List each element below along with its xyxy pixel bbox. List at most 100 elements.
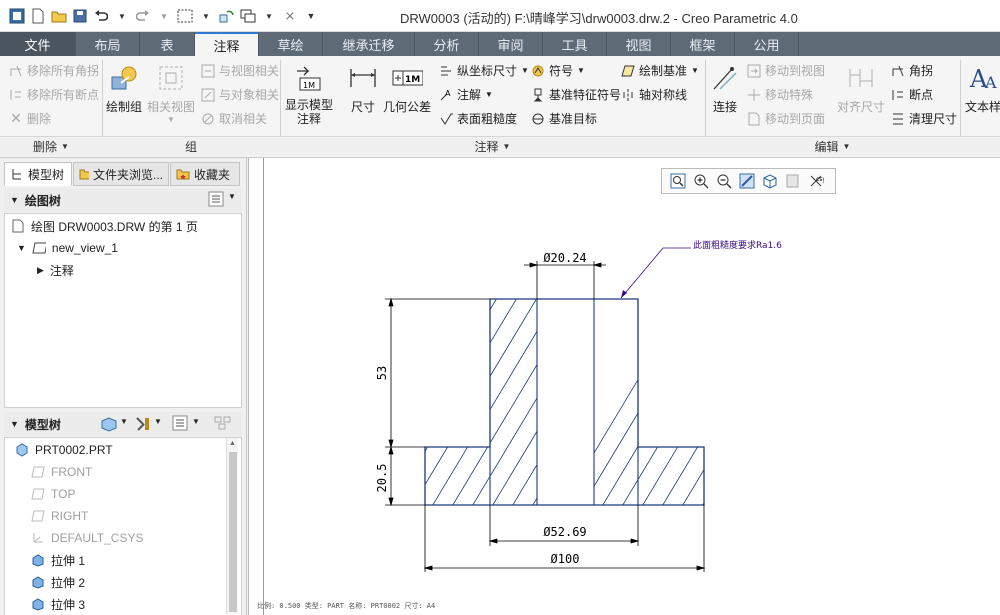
tree-settings-icon[interactable]: [172, 415, 188, 434]
tab-3[interactable]: 注释: [195, 32, 259, 56]
drawing-canvas[interactable]: csys Ø20.24 此面粗糙度要求Ra1.6: [248, 158, 1000, 615]
expand-icon[interactable]: ▼: [17, 243, 26, 253]
ordinate-dimension-button[interactable]: 纵坐标尺寸 ▼: [438, 62, 529, 79]
tree-item-csys[interactable]: DEFAULT_CSYS: [31, 528, 143, 548]
move-to-view-button[interactable]: 移动到视图: [746, 62, 825, 79]
redo-icon[interactable]: [134, 7, 152, 25]
dimension-button[interactable]: 尺寸: [346, 62, 380, 115]
chevron-down-icon[interactable]: ▼: [260, 7, 278, 25]
tree-item-annotations[interactable]: ▶ 注释: [37, 260, 74, 280]
datum-target-button[interactable]: 基准目标: [530, 110, 597, 127]
undo-icon[interactable]: [92, 7, 110, 25]
tree-settings-icon[interactable]: [208, 191, 224, 210]
remove-all-breaks-button[interactable]: 移除所有断点: [8, 86, 99, 103]
dimension-bottom-text[interactable]: Ø100: [551, 552, 580, 566]
model-tree-header[interactable]: ▼ 模型树 ▼ ▼ ▼: [4, 412, 242, 436]
chevron-down-icon[interactable]: ▼: [155, 7, 173, 25]
tab-2[interactable]: 表: [140, 32, 195, 56]
tree-item-extrude-1[interactable]: 拉伸 1: [31, 550, 85, 570]
separator: [280, 60, 281, 138]
chevron-down-icon[interactable]: ▼: [120, 417, 128, 426]
tab-8[interactable]: 工具: [543, 32, 607, 56]
app-icon[interactable]: [8, 7, 26, 25]
edit-group-footer[interactable]: 编辑 ▼: [705, 136, 960, 156]
open-icon[interactable]: [50, 7, 68, 25]
expand-icon[interactable]: ▶: [37, 265, 44, 276]
tree-item-view[interactable]: ▼ new_view_1: [17, 238, 118, 258]
tree-item-right[interactable]: RIGHT: [31, 506, 88, 526]
filter-icon[interactable]: [214, 415, 232, 434]
delete-group-footer[interactable]: 删除 ▼: [0, 136, 102, 156]
tree-item-extrude-2[interactable]: 拉伸 2: [31, 572, 85, 592]
dimension-height-upper-text[interactable]: 53: [375, 366, 389, 380]
tree-item-top[interactable]: TOP: [31, 484, 75, 504]
text-style-button[interactable]: AA 文本样: [963, 62, 1000, 115]
break-button[interactable]: 断点: [890, 86, 933, 103]
delete-button[interactable]: ✕ 删除: [8, 110, 51, 127]
tab-5[interactable]: 继承迁移: [323, 32, 415, 56]
customize-icon[interactable]: ▼: [302, 7, 320, 25]
select-box-icon[interactable]: [176, 7, 194, 25]
tab-6[interactable]: 分析: [415, 32, 479, 56]
move-to-page-button[interactable]: 移动到页面: [746, 110, 825, 127]
tab-0[interactable]: 文件: [0, 32, 76, 56]
draw-group-button[interactable]: 绘制组: [106, 62, 142, 115]
unrelate-button[interactable]: 取消相关: [200, 110, 267, 127]
cleanup-dimensions-button[interactable]: 清理尺寸: [890, 110, 957, 127]
chevron-down-icon[interactable]: ▼: [113, 7, 131, 25]
connect-button[interactable]: 连接: [708, 62, 742, 115]
annotate-group-footer[interactable]: 注释 ▼: [280, 136, 705, 156]
windows-icon[interactable]: [239, 7, 257, 25]
tab-10[interactable]: 框架: [671, 32, 735, 56]
note-button[interactable]: A 注解 ▼: [438, 86, 493, 103]
chevron-down-icon[interactable]: ▼: [197, 7, 215, 25]
related-to-view-button[interactable]: 与视图相关: [200, 62, 279, 79]
chevron-down-icon: ▼: [61, 142, 69, 151]
tab-favorites[interactable]: 收藏夹: [170, 162, 240, 186]
tab-9[interactable]: 视图: [607, 32, 671, 56]
move-special-button[interactable]: 移动特殊: [746, 86, 813, 103]
tab-11[interactable]: 公用: [735, 32, 799, 56]
surface-finish-button[interactable]: 表面粗糙度: [438, 110, 517, 127]
tab-4[interactable]: 草绘: [259, 32, 323, 56]
tab-folder-browser[interactable]: 文件夹浏览...: [73, 162, 169, 186]
tools-icon[interactable]: [134, 415, 152, 436]
symbol-button[interactable]: 符号 ▼: [530, 62, 585, 79]
axis-symmetry-button[interactable]: 轴对称线: [620, 86, 687, 103]
geometric-tolerance-button[interactable]: 1M 几何公差: [382, 62, 432, 115]
chevron-down-icon[interactable]: ▼: [154, 417, 162, 426]
chevron-down-icon[interactable]: ▼: [192, 417, 200, 426]
regenerate-icon[interactable]: [218, 7, 236, 25]
related-view-button[interactable]: 相关视图 ▼: [146, 62, 196, 124]
scroll-up-icon[interactable]: ▲: [229, 440, 236, 447]
model-tree-scrollbar[interactable]: ▲: [226, 438, 238, 614]
align-dimensions-button[interactable]: 对齐尺寸: [834, 62, 888, 115]
drawing-tree-header[interactable]: ▼ 绘图树 ▼: [4, 188, 242, 212]
separator: [102, 60, 103, 138]
tree-item-extrude-3[interactable]: 拉伸 3: [31, 594, 85, 614]
cube-icon[interactable]: [100, 416, 118, 435]
draw-datum-button[interactable]: 绘制基准 ▼: [620, 62, 699, 79]
remove-all-corners-button[interactable]: 移除所有角拐: [8, 62, 99, 79]
related-to-object-button[interactable]: 与对象相关: [200, 86, 279, 103]
show-model-annotations-button[interactable]: 1M 显示模型 注释: [284, 62, 334, 126]
close-window-icon[interactable]: ⨯: [281, 7, 299, 25]
chevron-down-icon[interactable]: ▼: [228, 192, 236, 201]
datum-feature-symbol-button[interactable]: 基准特征符号: [530, 86, 621, 103]
tab-7[interactable]: 审阅: [479, 32, 543, 56]
new-icon[interactable]: [29, 7, 47, 25]
tab-model-tree[interactable]: 模型树: [4, 162, 72, 186]
roughness-note-text[interactable]: 此面粗糙度要求Ra1.6: [693, 239, 782, 251]
svg-text:1M: 1M: [405, 75, 420, 85]
dimension-mid-text[interactable]: Ø52.69: [543, 525, 586, 539]
tree-item-front[interactable]: FRONT: [31, 462, 92, 482]
corner-button[interactable]: 角拐: [890, 62, 933, 79]
scrollbar-thumb[interactable]: [229, 452, 237, 612]
datum-feature-icon: [530, 87, 546, 103]
dimension-height-lower-text[interactable]: 20.5: [375, 464, 389, 493]
tree-item-sheet[interactable]: 绘图 DRW0003.DRW 的第 1 页: [11, 216, 198, 236]
save-icon[interactable]: [71, 7, 89, 25]
dimension-top-text[interactable]: Ø20.24: [543, 251, 586, 265]
tree-item-part[interactable]: PRT0002.PRT: [15, 440, 113, 460]
tab-1[interactable]: 布局: [76, 32, 140, 56]
